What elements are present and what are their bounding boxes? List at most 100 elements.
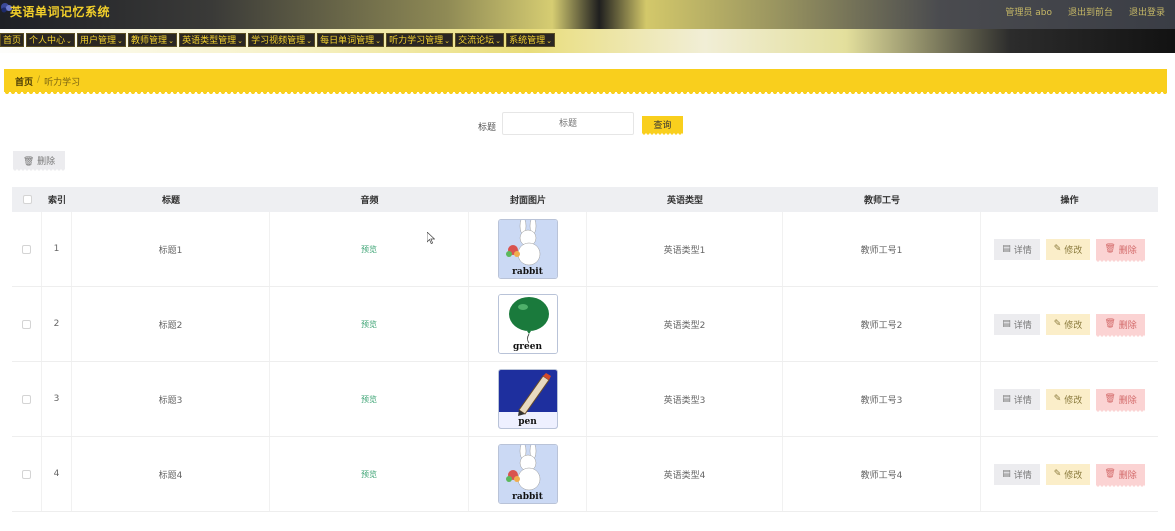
main-nav: 首页 个人中心⌄ 用户管理⌄ 教师管理⌄ 英语类型管理⌄ 学习视频管理⌄ 每日单词管理⌄ 听力…	[0, 29, 1175, 53]
audio-preview-link[interactable]: 预览	[361, 319, 377, 330]
pencil-icon: ✎	[1053, 244, 1062, 254]
column-header: 封面图片	[509, 196, 546, 206]
nav-item[interactable]: 首页	[0, 33, 25, 47]
nav-item-label: 英语类型管理	[182, 36, 237, 46]
document-icon: ▤	[1002, 469, 1011, 479]
row-index: 1	[42, 212, 72, 286]
nav-item-label: 用户管理	[80, 36, 117, 46]
edit-label: 修改	[1064, 470, 1083, 481]
column-header: 索引	[47, 196, 66, 206]
front-site-link[interactable]: 退出到前台	[1068, 5, 1113, 18]
detail-button[interactable]: ▤ 详情	[994, 463, 1040, 485]
audio-preview-link[interactable]: 预览	[361, 394, 377, 405]
row-index: 3	[42, 362, 72, 436]
cover-caption: rabbit	[512, 267, 543, 277]
search-button[interactable]: 查询	[642, 116, 683, 136]
nav-item[interactable]: 交流论坛⌄	[455, 33, 505, 47]
edit-button[interactable]: ✎ 修改	[1045, 313, 1091, 335]
detail-label: 详情	[1013, 320, 1032, 331]
row-title: 标题4	[72, 437, 270, 511]
detail-label: 详情	[1013, 395, 1032, 406]
batch-delete-button[interactable]: 🗑 删除	[13, 151, 65, 172]
audio-preview-link[interactable]: 预览	[361, 469, 377, 480]
delete-label: 删除	[1118, 245, 1137, 256]
delete-button[interactable]: 🗑 删除	[1096, 313, 1146, 338]
nav-item[interactable]: 每日单词管理⌄	[317, 33, 385, 47]
row-checkbox[interactable]	[22, 319, 31, 329]
table-row: 4 标题4 预览 rabbit 英语类型4 教师工号4 ▤ 详情 ✎ 修改 🗑 删除	[12, 437, 1158, 512]
search-label: 标题	[478, 123, 497, 133]
nav-item[interactable]: 个人中心⌄	[26, 33, 76, 47]
nav-item[interactable]: 学习视频管理⌄	[248, 33, 316, 47]
current-user: 管理员 abo	[1005, 8, 1052, 18]
mouse-cursor-icon	[427, 232, 435, 244]
nav-item[interactable]: 英语类型管理⌄	[179, 33, 247, 47]
detail-button[interactable]: ▤ 详情	[994, 238, 1040, 260]
user-menu: 管理员 abo 退出到前台 退出登录	[1005, 5, 1165, 18]
trash-icon: 🗑	[1104, 469, 1116, 479]
row-english-type: 英语类型1	[587, 212, 783, 286]
logout-link[interactable]: 退出登录	[1129, 5, 1165, 18]
row-checkbox[interactable]	[22, 469, 31, 479]
detail-button[interactable]: ▤ 详情	[994, 388, 1040, 410]
row-teacher-id: 教师工号3	[783, 362, 981, 436]
edit-button[interactable]: ✎ 修改	[1045, 238, 1091, 260]
edit-label: 修改	[1064, 320, 1083, 331]
nav-item[interactable]: 用户管理⌄	[77, 33, 127, 47]
nav-item-label: 听力学习管理	[389, 36, 444, 46]
nav-item-label: 每日单词管理	[320, 36, 375, 46]
nav-item-label: 个人中心	[29, 36, 66, 46]
delete-label: 删除	[1118, 470, 1137, 481]
search-input[interactable]	[502, 112, 634, 135]
pencil-icon: ✎	[1053, 394, 1062, 404]
chevron-down-icon: ⌄	[546, 37, 553, 45]
delete-button[interactable]: 🗑 删除	[1096, 463, 1146, 488]
trash-icon: 🗑	[22, 156, 35, 167]
cover-image[interactable]: green	[497, 294, 558, 354]
breadcrumb-current: 听力学习	[44, 78, 81, 88]
nav-item[interactable]: 教师管理⌄	[128, 33, 178, 47]
cover-caption: pen	[518, 417, 537, 427]
chevron-down-icon: ⌄	[444, 37, 450, 45]
trash-icon: 🗑	[1104, 394, 1116, 404]
table-row: 1 标题1 预览 rabbit 英语类型1 教师工号1 ▤ 详情 ✎ 修改 🗑 删除	[12, 212, 1158, 287]
breadcrumb-separator: /	[37, 75, 41, 85]
row-checkbox[interactable]	[22, 244, 31, 254]
cover-image[interactable]: rabbit	[497, 219, 558, 279]
row-title: 标题1	[72, 212, 270, 286]
edit-label: 修改	[1064, 395, 1083, 406]
document-icon: ▤	[1002, 319, 1011, 329]
app-title: 英语单词记忆系统	[10, 5, 111, 19]
row-checkbox[interactable]	[22, 394, 31, 404]
delete-button[interactable]: 🗑 删除	[1096, 238, 1146, 263]
listening-table: 索引 标题 音频 封面图片 英语类型 教师工号 操作 1 标题1 预览 rabbit 英…	[12, 187, 1158, 512]
nav-item[interactable]: 听力学习管理⌄	[386, 33, 454, 47]
edit-button[interactable]: ✎ 修改	[1045, 463, 1091, 485]
select-all-checkbox[interactable]	[22, 195, 32, 204]
pencil-icon: ✎	[1053, 319, 1062, 329]
delete-label: 删除	[1118, 320, 1137, 331]
table-row: 2 标题2 预览 green 英语类型2 教师工号2 ▤ 详情 ✎ 修改 🗑 删除	[12, 287, 1158, 362]
cover-image[interactable]: pen	[497, 369, 558, 429]
audio-preview-link[interactable]: 预览	[361, 244, 377, 255]
chevron-down-icon: ⌄	[375, 37, 381, 45]
top-header: 英语单词记忆系统 管理员 abo 退出到前台 退出登录	[0, 0, 1175, 29]
detail-button[interactable]: ▤ 详情	[994, 313, 1040, 335]
nav-item[interactable]: 系统管理⌄	[506, 33, 556, 47]
chevron-down-icon: ⌄	[117, 37, 123, 45]
chevron-down-icon: ⌄	[168, 37, 174, 45]
edit-label: 修改	[1064, 245, 1083, 256]
nav-item-label: 首页	[3, 36, 22, 46]
pencil-icon: ✎	[1053, 469, 1062, 479]
row-index: 2	[42, 287, 72, 361]
cover-caption: green	[512, 342, 543, 352]
breadcrumb-home[interactable]: 首页	[15, 75, 33, 88]
delete-button[interactable]: 🗑 删除	[1096, 388, 1146, 413]
table-header: 索引 标题 音频 封面图片 英语类型 教师工号 操作	[12, 187, 1158, 212]
column-header: 标题	[161, 196, 180, 206]
chevron-down-icon: ⌄	[66, 37, 72, 45]
cover-image[interactable]: rabbit	[497, 444, 558, 504]
edit-button[interactable]: ✎ 修改	[1045, 388, 1091, 410]
nav-item-label: 教师管理	[131, 36, 168, 46]
detail-label: 详情	[1013, 470, 1032, 481]
